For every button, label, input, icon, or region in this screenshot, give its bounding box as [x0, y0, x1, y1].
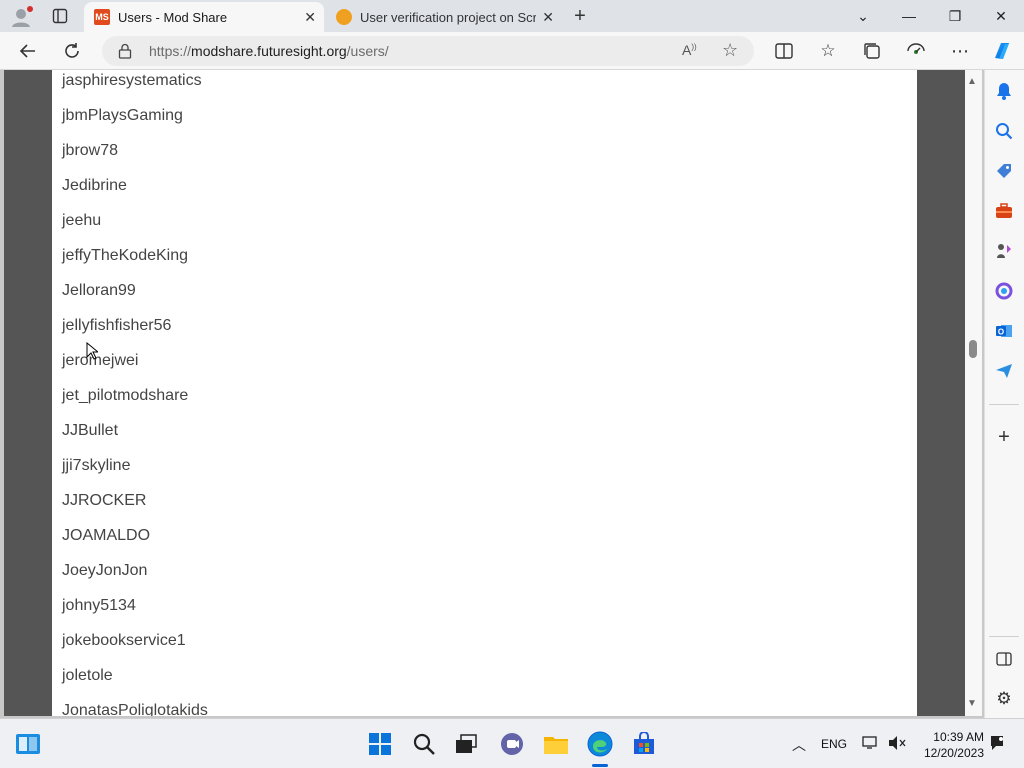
tab-list-chevron-down-icon[interactable]: ⌄: [840, 0, 886, 32]
favorite-star-icon[interactable]: ☆: [722, 40, 738, 61]
widgets-icon[interactable]: [14, 730, 42, 758]
scroll-down-arrow-icon[interactable]: ▼: [967, 698, 977, 709]
sidebar-divider: [989, 404, 1019, 405]
clock-time: 10:39 AM: [933, 730, 984, 744]
windows-start-icon[interactable]: [366, 730, 394, 758]
copilot-icon[interactable]: [987, 36, 1017, 66]
user-link[interactable]: jbrow78: [62, 142, 118, 160]
search-icon[interactable]: [993, 120, 1015, 142]
tab-strip: MS Users - Mod Share ✕ User verification…: [0, 0, 1024, 32]
svg-text:O: O: [998, 328, 1004, 337]
file-explorer-icon[interactable]: [542, 730, 570, 758]
language-indicator[interactable]: ENG: [821, 737, 847, 751]
user-link[interactable]: JOAMALDO: [62, 527, 150, 545]
url-text[interactable]: https://modshare.futuresight.org/users/: [149, 43, 389, 59]
microsoft-365-icon[interactable]: [993, 280, 1015, 302]
user-list: jasphiresystematics jbmPlaysGaming jbrow78…: [52, 70, 917, 716]
chevron-up-icon[interactable]: ︿: [792, 735, 806, 755]
close-tab-icon[interactable]: ✕: [304, 9, 316, 26]
settings-more-icon[interactable]: ⋯: [945, 36, 975, 66]
user-link[interactable]: jeehu: [62, 212, 101, 230]
scroll-up-arrow-icon[interactable]: ▲: [967, 76, 977, 87]
microsoft-store-icon[interactable]: [630, 730, 658, 758]
task-view-icon[interactable]: [452, 730, 480, 758]
user-link[interactable]: jeffyTheKodeKing: [62, 247, 188, 265]
scratch-favicon-icon: [336, 9, 352, 25]
close-window-button[interactable]: ✕: [978, 0, 1024, 32]
minimize-button[interactable]: —: [886, 0, 932, 32]
notification-center-icon[interactable]: [988, 734, 1006, 757]
user-link[interactable]: jji7skyline: [62, 457, 130, 475]
favorites-icon[interactable]: ☆: [813, 36, 843, 66]
tools-briefcase-icon[interactable]: [993, 200, 1015, 222]
sidebar-settings-gear-icon[interactable]: ⚙: [993, 688, 1015, 710]
user-link[interactable]: JJROCKER: [62, 492, 146, 510]
address-bar-row: https://modshare.futuresight.org/users/ …: [0, 32, 1024, 70]
url-path: /users/: [346, 43, 389, 59]
volume-muted-icon[interactable]: [888, 735, 906, 756]
shopping-tag-icon[interactable]: [993, 160, 1015, 182]
edge-browser-icon[interactable]: [586, 730, 614, 758]
split-screen-icon[interactable]: [769, 36, 799, 66]
collections-icon[interactable]: [857, 36, 887, 66]
mouse-cursor-icon: [86, 341, 100, 360]
back-button[interactable]: [13, 36, 43, 66]
user-link[interactable]: Jedibrine: [62, 177, 127, 195]
refresh-button[interactable]: [57, 36, 87, 66]
taskbar-search-icon[interactable]: [410, 730, 438, 758]
right-margin-band: [917, 70, 965, 716]
scrollbar-thumb[interactable]: [969, 340, 977, 358]
url-prefix: https://: [149, 43, 192, 59]
page-viewport: jasphiresystematics jbmPlaysGaming jbrow78…: [0, 70, 984, 718]
user-link[interactable]: johny5134: [62, 597, 136, 615]
edge-sidebar: O + ⚙: [984, 70, 1024, 718]
performance-icon[interactable]: [901, 36, 931, 66]
url-host: modshare.futuresight.org: [191, 43, 347, 59]
clock[interactable]: 10:39 AM 12/20/2023: [924, 729, 984, 761]
teams-chat-icon[interactable]: [498, 730, 526, 758]
read-aloud-icon[interactable]: A)): [682, 42, 697, 58]
user-link[interactable]: jasphiresystematics: [62, 72, 202, 90]
active-app-indicator: [592, 764, 608, 767]
windows-taskbar: ︿ ENG 10:39 AM 12/20/2023: [0, 718, 1024, 768]
user-link[interactable]: jbmPlaysGaming: [62, 107, 183, 125]
address-bar[interactable]: https://modshare.futuresight.org/users/ …: [102, 36, 754, 66]
hide-sidebar-icon[interactable]: [993, 648, 1015, 670]
tab-title: Users - Mod Share: [118, 9, 228, 25]
clock-date: 12/20/2023: [923, 746, 984, 760]
mod-share-favicon-icon: MS: [94, 9, 110, 25]
tab-actions-icon[interactable]: [52, 8, 68, 24]
user-link[interactable]: JonatasPoliglotakids: [62, 702, 208, 716]
left-margin-band: [4, 70, 52, 716]
profile-icon[interactable]: [10, 6, 34, 28]
network-icon[interactable]: [862, 735, 880, 756]
send-drop-icon[interactable]: [993, 360, 1015, 382]
vertical-scrollbar[interactable]: ▲ ▼: [965, 70, 982, 716]
tab-user-verification[interactable]: User verification project on Scrat ✕: [326, 2, 562, 32]
bell-icon[interactable]: [993, 80, 1015, 102]
close-tab-icon[interactable]: ✕: [542, 9, 554, 26]
user-link[interactable]: JJBullet: [62, 422, 118, 440]
user-link[interactable]: joletole: [62, 667, 113, 685]
tab-users-mod-share[interactable]: MS Users - Mod Share ✕: [84, 2, 324, 32]
sidebar-divider: [989, 636, 1019, 637]
user-link[interactable]: jokebookservice1: [62, 632, 186, 650]
tab-title: User verification project on Scrat: [360, 9, 536, 25]
outlook-icon[interactable]: O: [993, 320, 1015, 342]
new-tab-button[interactable]: +: [568, 4, 592, 28]
restore-button[interactable]: ❐: [932, 0, 978, 32]
add-sidebar-item-icon[interactable]: +: [993, 426, 1015, 448]
games-icon[interactable]: [993, 240, 1015, 262]
user-link[interactable]: Jelloran99: [62, 282, 136, 300]
user-link[interactable]: jeromejwei: [62, 352, 138, 370]
user-link[interactable]: jet_pilotmodshare: [62, 387, 188, 405]
user-link[interactable]: jellyfishfisher56: [62, 317, 171, 335]
lock-icon[interactable]: [118, 43, 132, 59]
user-link[interactable]: JoeyJonJon: [62, 562, 147, 580]
